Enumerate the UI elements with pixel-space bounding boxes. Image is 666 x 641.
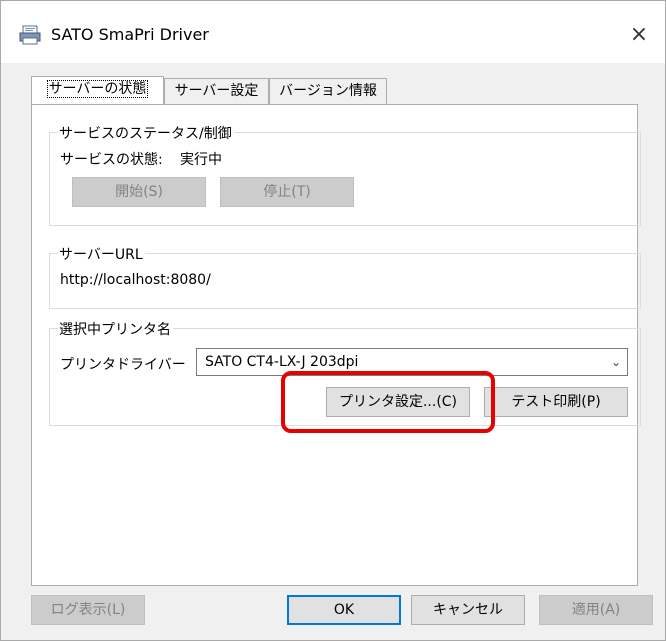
service-status-value: 実行中 xyxy=(180,152,222,168)
tab-server-settings[interactable]: サーバー設定 xyxy=(164,78,269,104)
server-url-group: サーバーURL http://localhost:8080/ xyxy=(49,244,641,309)
server-url-value: http://localhost:8080/ xyxy=(60,272,211,288)
window-title: SATO SmaPri Driver xyxy=(51,25,209,44)
printer-driver-label: プリンタドライバー xyxy=(60,357,186,373)
printer-icon xyxy=(19,25,41,45)
highlight-box xyxy=(281,371,495,433)
tab-panel: サービスのステータス/制御 サービスの状態: 実行中 開始(S) 停止(T) サ… xyxy=(31,104,641,586)
apply-button[interactable]: 適用(A) xyxy=(539,595,653,625)
dialog-window: SATO SmaPri Driver × サーバーの状態 サーバー設定 バージョ… xyxy=(0,0,666,641)
tab-server-status[interactable]: サーバーの状態 xyxy=(31,76,164,104)
stop-button[interactable]: 停止(T) xyxy=(220,177,354,207)
group-title: サーバーURL xyxy=(58,244,145,264)
group-title: サービスのステータス/制御 xyxy=(58,123,234,143)
printer-driver-value: SATO CT4-LX-J 203dpi xyxy=(205,354,359,370)
service-status-group: サービスのステータス/制御 サービスの状態: 実行中 開始(S) 停止(T) xyxy=(49,123,641,226)
tab-version-info[interactable]: バージョン情報 xyxy=(269,78,387,104)
tab-label: バージョン情報 xyxy=(279,83,377,99)
tab-label: サーバーの状態 xyxy=(46,80,149,98)
chevron-down-icon[interactable]: ⌄ xyxy=(611,349,621,375)
close-icon[interactable]: × xyxy=(625,21,653,49)
ok-button[interactable]: OK xyxy=(287,595,401,625)
group-title: 選択中プリンタ名 xyxy=(58,319,173,339)
cancel-button[interactable]: キャンセル xyxy=(411,595,525,625)
test-print-button[interactable]: テスト印刷(P) xyxy=(484,387,628,417)
tab-label: サーバー設定 xyxy=(174,83,259,99)
service-status-label: サービスの状態: xyxy=(60,152,163,168)
start-button[interactable]: 開始(S) xyxy=(72,177,206,207)
log-view-button[interactable]: ログ表示(L) xyxy=(31,595,145,625)
title-bar: SATO SmaPri Driver × xyxy=(1,1,665,63)
